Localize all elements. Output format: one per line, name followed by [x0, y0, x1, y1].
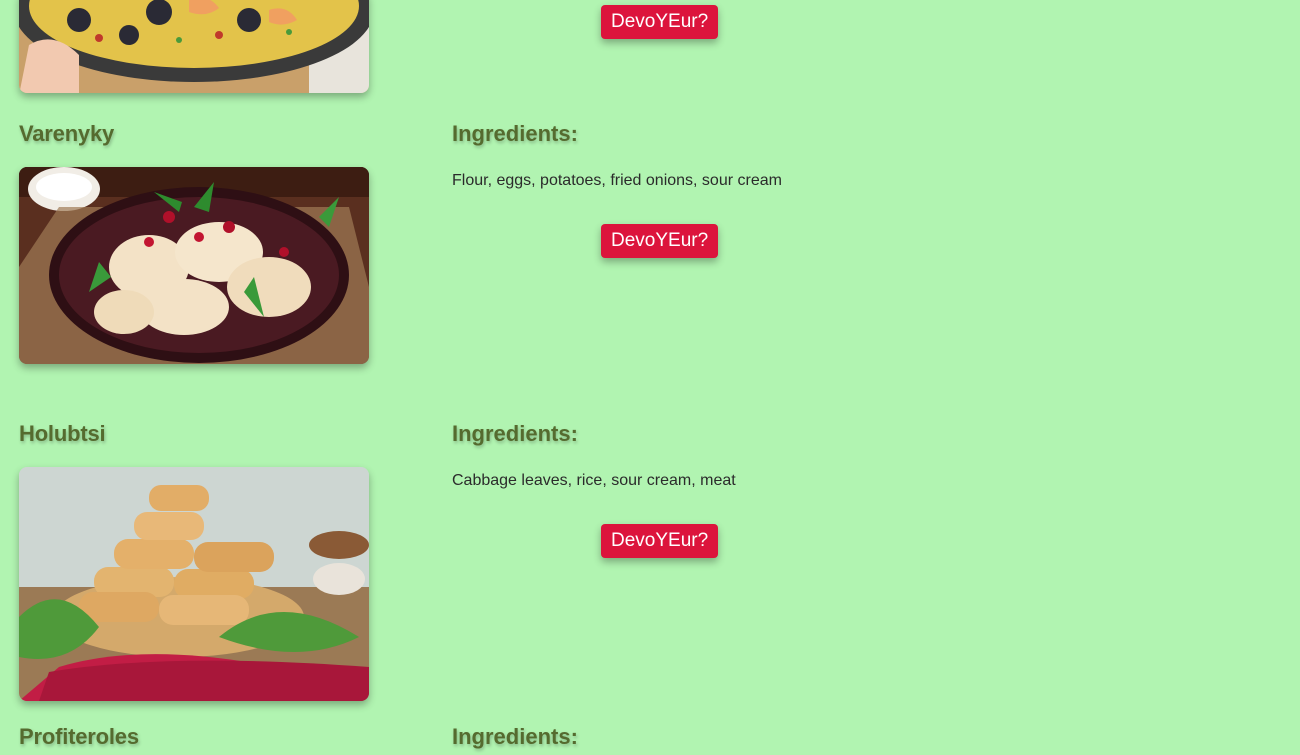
dish-title: Holubtsi [19, 421, 106, 446]
holubtsi-image [19, 467, 369, 701]
dish-title: Profiteroles [19, 724, 139, 749]
ingredients-heading: Ingredients: [452, 121, 578, 146]
ingredients-text: Flour, eggs, potatoes, fried onions, sou… [452, 172, 782, 189]
devoyeur-button[interactable]: DevoYEur? [601, 5, 719, 39]
devoyeur-button[interactable]: DevoYEur? [601, 524, 719, 558]
recipe-page: DevoYEur? Varenyky Ingredients: Flour, e… [0, 0, 1300, 755]
ingredients-text: Cabbage leaves, rice, sour cream, meat [452, 472, 736, 489]
ingredients-heading: Ingredients: [452, 421, 578, 446]
dish-title: Varenyky [19, 121, 115, 146]
ingredients-heading: Ingredients: [452, 724, 578, 749]
paella-image [19, 0, 369, 93]
varenyky-image [19, 167, 369, 364]
devoyeur-button[interactable]: DevoYEur? [601, 224, 719, 258]
